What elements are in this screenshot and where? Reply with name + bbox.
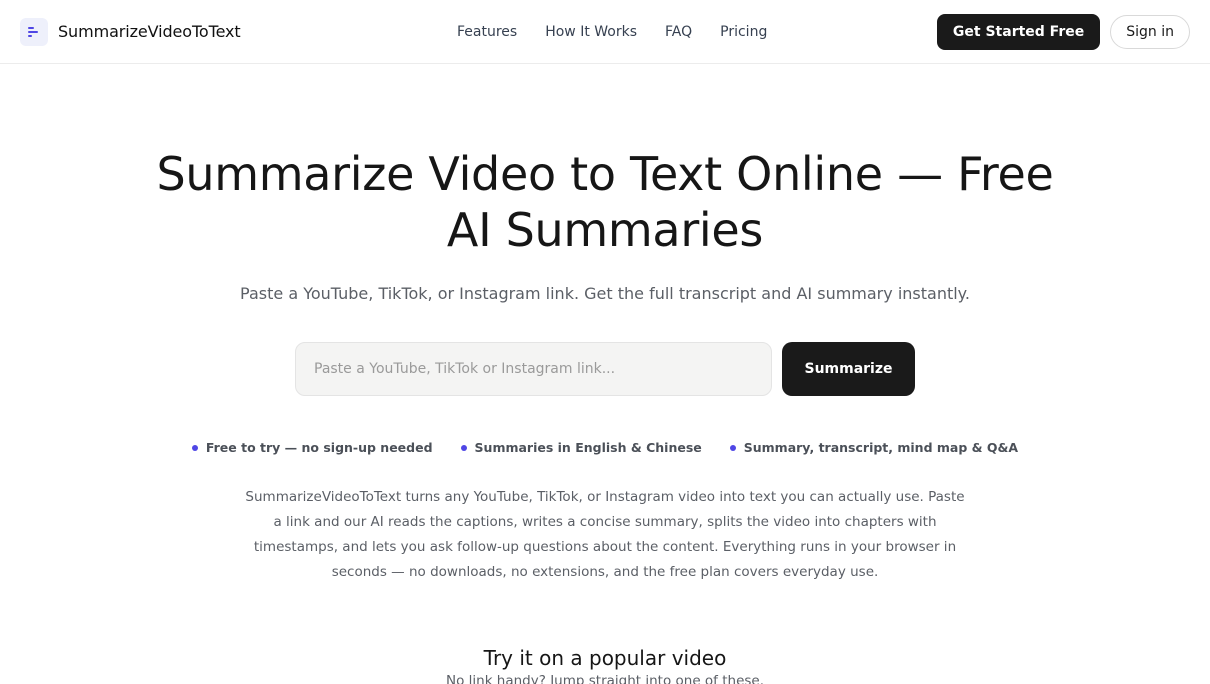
main-nav: Features How It Works FAQ Pricing xyxy=(457,0,767,64)
main-content: Summarize Video to Text Online — Free AI… xyxy=(0,64,1210,684)
popular-title: Try it on a popular video xyxy=(483,646,727,670)
feature-label: Summaries in English & Chinese xyxy=(474,440,702,455)
nav-item-how-it-works[interactable]: How It Works xyxy=(545,24,637,40)
feature-label: Summary, transcript, mind map & Q&A xyxy=(743,440,1019,455)
text-lines-icon xyxy=(20,17,48,46)
get-started-button[interactable]: Get Started Free xyxy=(936,13,1101,50)
site-header: SummarizeVideoToText Features How It Wor… xyxy=(0,0,1210,64)
hero-section: Summarize Video to Text Online — Free AI… xyxy=(0,64,1210,585)
feature-item: Summaries in English & Chinese xyxy=(460,440,702,455)
hero-subtitle: Paste a YouTube, TikTok, or Instagram li… xyxy=(240,284,970,303)
feature-label: Free to try — no sign-up needed xyxy=(205,440,433,455)
header-actions: Get Started Free Sign in xyxy=(936,13,1190,50)
bullet-dot-icon xyxy=(460,444,467,451)
nav-item-faq[interactable]: FAQ xyxy=(665,24,692,40)
bullet-dot-icon xyxy=(191,444,198,451)
feature-item: Free to try — no sign-up needed xyxy=(191,440,433,455)
feature-item: Summary, transcript, mind map & Q&A xyxy=(729,440,1019,455)
popular-videos-section: Try it on a popular video No link handy?… xyxy=(0,645,1210,684)
feature-list: Free to try — no sign-up needed Summarie… xyxy=(0,440,1210,455)
nav-item-features[interactable]: Features xyxy=(457,24,517,40)
video-link-input[interactable] xyxy=(295,342,772,396)
product-description: SummarizeVideoToText turns any YouTube, … xyxy=(245,489,965,580)
page-title: Summarize Video to Text Online — Free AI… xyxy=(156,147,1054,257)
summarize-button[interactable]: Summarize xyxy=(782,342,915,396)
popular-subtitle: No link handy? Jump straight into one of… xyxy=(445,673,765,684)
link-form: Summarize xyxy=(0,342,1210,396)
nav-item-pricing[interactable]: Pricing xyxy=(720,24,767,40)
brand-name: SummarizeVideoToText xyxy=(58,22,241,41)
sign-in-button[interactable]: Sign in xyxy=(1110,14,1190,49)
brand-logo-link[interactable]: SummarizeVideoToText xyxy=(20,17,241,46)
bullet-dot-icon xyxy=(729,444,736,451)
